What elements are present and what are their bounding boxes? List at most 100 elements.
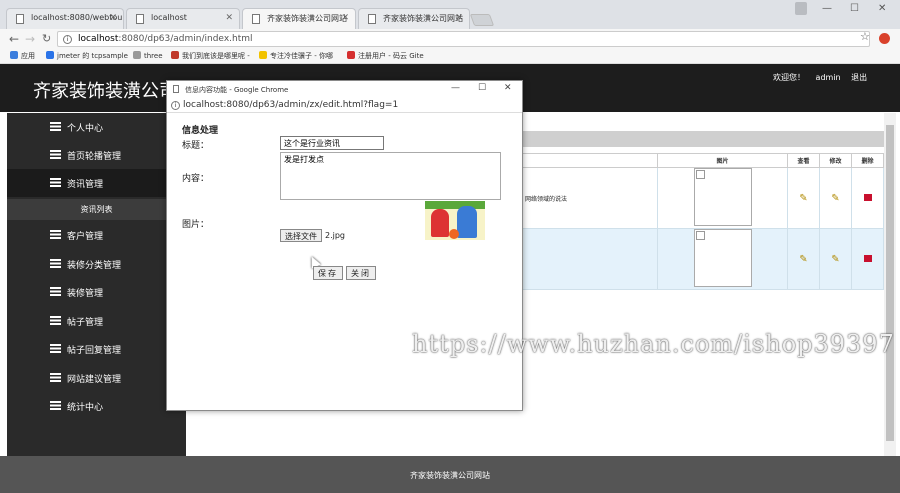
close-tab-icon[interactable]: ✕ [455,13,463,23]
close-window-icon[interactable]: ✕ [504,83,512,93]
list-icon [50,287,61,296]
sidebar-subitem-news-list[interactable]: 资讯列表 [7,199,186,220]
table-cell-view[interactable]: ✎ [787,167,820,229]
bookmark-5[interactable]: 专注冷佳骥子 - 你哪 [259,51,333,61]
browser-tab-label: localhost [151,13,187,22]
table-cell-delete[interactable] [851,167,884,229]
bookmark-jmeter[interactable]: jmeter 的 tcpsample [46,51,128,61]
list-icon [50,259,61,268]
sidebar-item-replies[interactable]: 帖子回复管理 [7,335,186,363]
info-icon[interactable]: i [171,101,180,110]
sidebar-item-label: 帖子管理 [67,318,104,328]
pencil-icon[interactable]: ✎ [831,254,839,265]
sidebar-item-statistics[interactable]: 统计中心 [7,392,186,420]
table-cell-delete[interactable] [851,228,884,290]
table-cell-text [522,228,658,290]
file-name: 2.jpg [325,231,346,240]
bookmark-label: 注册用户 - 码云 Gite [358,52,424,60]
footer: 齐家装饰装潢公司网站 [0,456,900,493]
sidebar-item-profile[interactable]: 个人中心 [7,113,186,141]
profile-icon[interactable] [795,2,807,15]
back-icon[interactable]: ← [9,32,19,46]
new-tab-button[interactable] [469,14,495,26]
browser-tab-2[interactable]: localhost ✕ [126,8,240,29]
page-icon [16,14,24,24]
browser-tab-3[interactable]: 齐家装饰装潢公司网站 ✕ [242,8,356,29]
table-cell-text: 网络领域的说法 [522,167,658,229]
page-icon [133,51,141,59]
image-preview [425,201,485,240]
sidebar-item-posts[interactable]: 帖子管理 [7,307,186,335]
image-label: 图片： [182,220,210,230]
table-header-row: 图片 查看 修改 删除 [522,153,884,168]
logout-link[interactable]: 退出 [851,73,867,82]
close-tab-icon[interactable]: ✕ [341,13,349,23]
bookmark-apps[interactable]: 应用 [10,51,35,61]
sidebar-item-label: 客户管理 [67,232,104,242]
choose-file-button[interactable]: 选择文件 [280,229,322,242]
bookmark-4[interactable]: 我们到底该是哪里呢 - [171,51,250,61]
sidebar-item-news[interactable]: 资讯管理 [7,169,186,197]
url-field[interactable]: i localhost:8080/dp63/admin/index.html [57,31,870,47]
close-button[interactable]: 关闭 [346,266,376,280]
save-button[interactable]: 保存 [313,266,343,280]
close-tab-icon[interactable]: ✕ [109,13,117,23]
sidebar-item-customers[interactable]: 客户管理 [7,221,186,249]
info-icon[interactable]: i [63,35,72,44]
table-row[interactable]: ✎ ✎ [522,228,884,290]
sidebar-item-label: 资讯管理 [67,180,104,190]
extension-icon[interactable] [879,33,890,44]
table-cell-image [657,167,788,229]
table-row[interactable]: 网络领域的说法 ✎ ✎ [522,167,884,229]
sidebar-item-carousel[interactable]: 首页轮播管理 [7,141,186,169]
bookmark-three[interactable]: three [133,51,163,60]
popup-title-bar: 信息内容功能 - Google Chrome — ☐ ✕ [167,81,522,98]
browser-tab-4[interactable]: 齐家装饰装潢公司网站 ✕ [358,8,470,29]
sidebar-item-suggestions[interactable]: 网站建议管理 [7,364,186,392]
browser-tab-1[interactable]: localhost:8080/webtou ✕ [6,8,124,29]
content-textarea[interactable]: 发是打发点 [280,152,501,200]
bookmark-star-icon[interactable]: ☆ [860,30,870,43]
list-icon [50,373,61,382]
reload-icon[interactable]: ↻ [42,32,51,45]
apps-grid-icon [10,51,18,59]
list-icon [50,230,61,239]
list-icon [50,316,61,325]
table-cell-edit[interactable]: ✎ [819,167,852,229]
pencil-icon[interactable]: ✎ [799,254,807,265]
sidebar-item-decoration[interactable]: 装修管理 [7,278,186,306]
table-cell-view[interactable]: ✎ [787,228,820,290]
bookmark-gitee[interactable]: 注册用户 - 码云 Gite [347,51,424,61]
broken-image-icon [693,229,752,287]
popup-window-title: 信息内容功能 - Google Chrome [185,86,289,94]
maximize-icon[interactable]: ☐ [850,3,859,14]
content-label: 内容： [182,174,210,184]
sidebar-item-label: 首页轮播管理 [67,152,122,162]
delete-icon[interactable] [863,254,872,262]
bookmark-favicon [171,51,179,59]
bookmark-favicon [259,51,267,59]
table-cell-image [657,228,788,290]
browser-tab-bar: localhost:8080/webtou ✕ localhost ✕ 齐家装饰… [0,0,900,29]
delete-icon[interactable] [863,193,872,201]
close-tab-icon[interactable]: ✕ [225,13,233,23]
pencil-icon[interactable]: ✎ [799,193,807,204]
list-icon [50,178,61,187]
pencil-icon[interactable]: ✎ [831,193,839,204]
minimize-icon[interactable]: — [822,3,832,14]
page-scrollbar[interactable] [884,113,896,456]
forward-icon[interactable]: → [25,32,35,46]
maximize-icon[interactable]: ☐ [478,83,486,93]
table-cell-edit[interactable]: ✎ [819,228,852,290]
sidebar-item-categories[interactable]: 装修分类管理 [7,250,186,278]
table-header-text [522,153,658,168]
close-window-icon[interactable]: ✕ [878,3,886,14]
scrollbar-thumb[interactable] [886,125,894,441]
browser-address-bar: ← → ↻ i localhost:8080/dp63/admin/index.… [0,29,900,49]
table-header-delete: 删除 [851,153,884,168]
gitee-icon [347,51,355,59]
popup-url-bar: i localhost:8080/dp63/admin/zx/edit.html… [167,98,522,113]
title-input[interactable] [280,136,384,150]
edit-popup-window: 信息内容功能 - Google Chrome — ☐ ✕ i localhost… [166,80,523,411]
minimize-icon[interactable]: — [451,83,460,93]
